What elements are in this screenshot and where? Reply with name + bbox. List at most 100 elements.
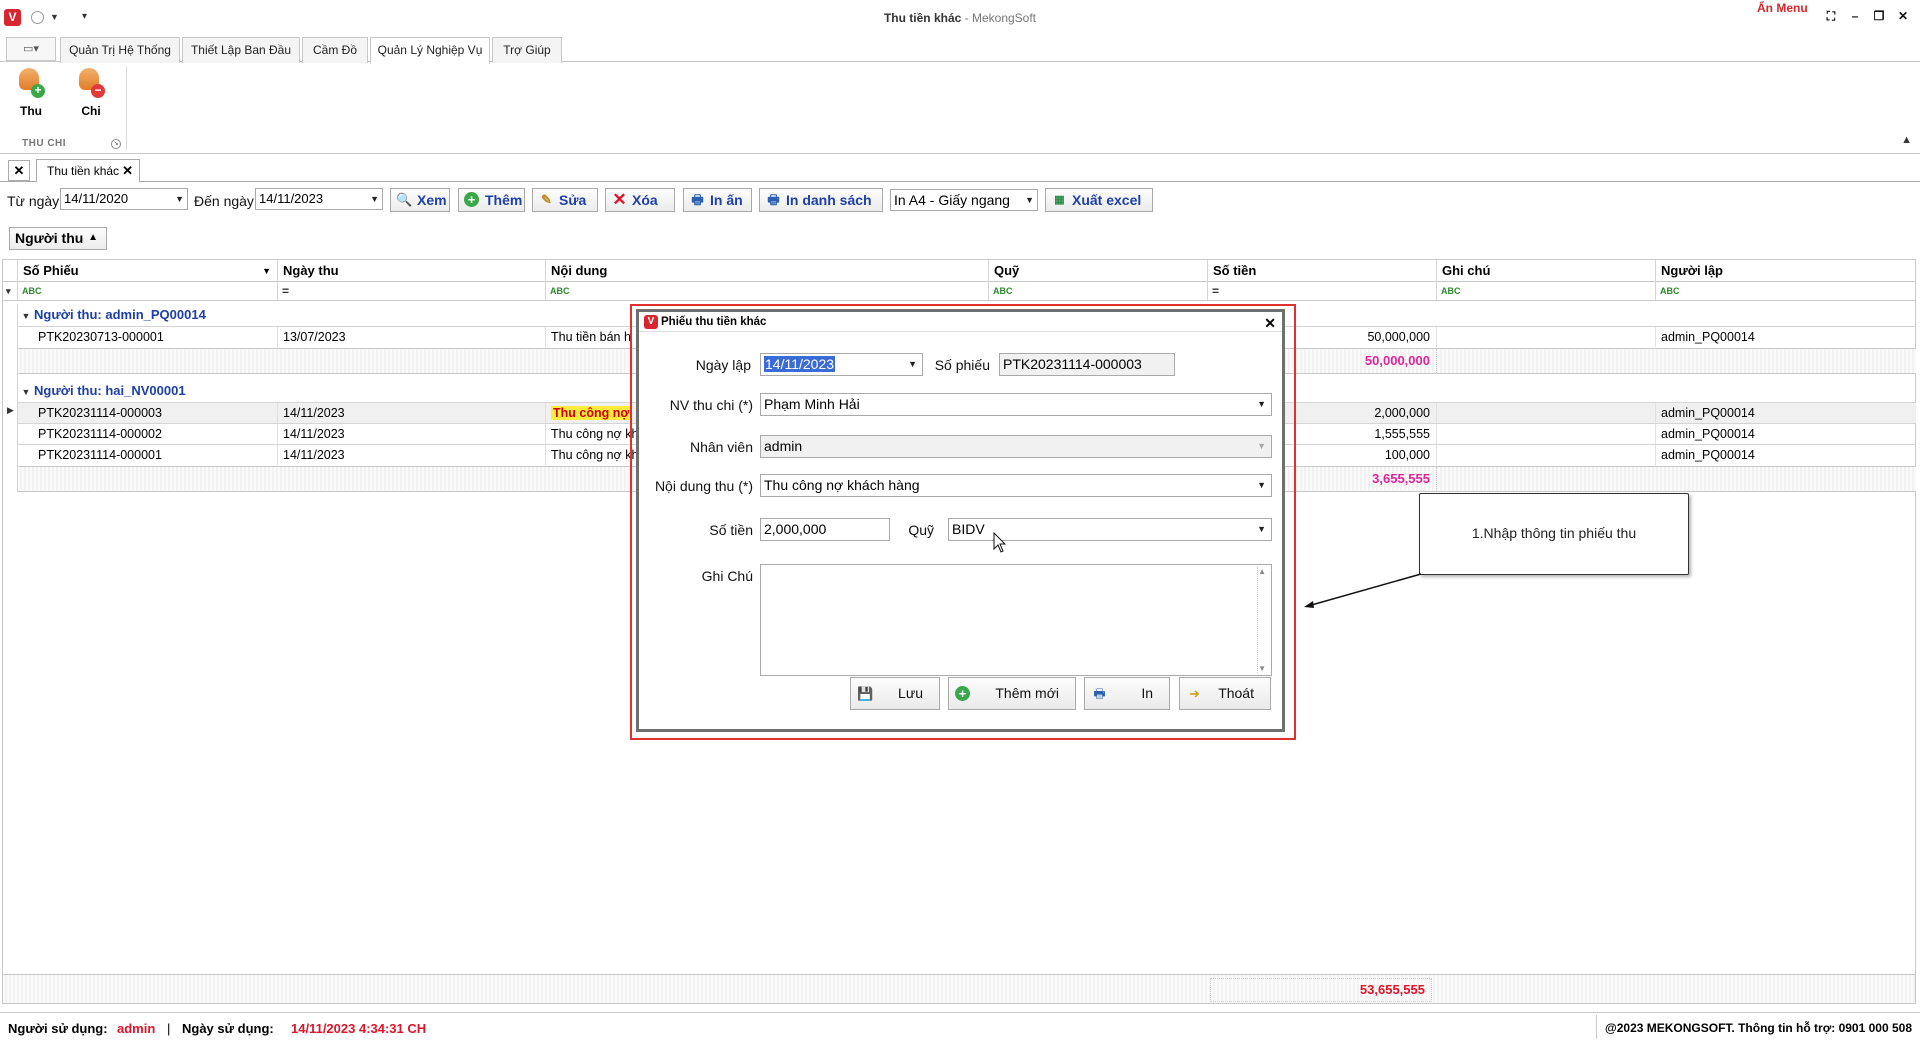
scroll-down-icon[interactable]: ▼ bbox=[1258, 664, 1266, 673]
view-button[interactable]: 🔍 Xem bbox=[390, 188, 450, 212]
delete-button[interactable]: ✕ Xóa bbox=[605, 188, 675, 212]
filter-so-phieu[interactable]: ABC bbox=[18, 282, 278, 301]
save-disk-icon: 💾 bbox=[857, 686, 874, 701]
nhan-vien-label: Nhân viên bbox=[689, 439, 753, 455]
exit-arrow-icon: ➜ bbox=[1189, 686, 1200, 701]
column-header-noi-dung[interactable]: Nội dung bbox=[546, 260, 989, 282]
tab-quan-ly-nghiep-vu[interactable]: Quản Lý Nghiệp Vụ bbox=[370, 37, 490, 64]
tab-thiet-lap-ban-dau[interactable]: Thiết Lập Ban Đầu bbox=[182, 37, 300, 63]
so-tien-input[interactable]: 2,000,000 bbox=[760, 518, 890, 541]
hide-menu-link[interactable]: Ẩn Menu bbox=[1757, 1, 1808, 15]
doc-tab-thu-tien-khac[interactable]: Thu tiền khác ✕ bbox=[36, 159, 140, 182]
ngay-lap-label: Ngày lập bbox=[695, 357, 751, 373]
receipt-dialog: V Phiếu thu tiền khác ✕ Ngày lập 14/11/2… bbox=[636, 309, 1285, 732]
search-icon: 🔍 bbox=[396, 192, 413, 207]
grid-filter-row: ▾ ABC = ABC ABC = ABC ABC bbox=[3, 282, 1915, 301]
row-indicator-column bbox=[3, 304, 18, 492]
filter-ngay-thu[interactable]: = bbox=[278, 282, 546, 301]
chi-button[interactable]: − Chi bbox=[66, 66, 116, 118]
tab-tro-giup[interactable]: Trợ Giúp bbox=[492, 37, 562, 63]
column-header-nguoi-lap[interactable]: Người lập bbox=[1656, 260, 1916, 282]
filter-row-icon: ▾ bbox=[3, 282, 18, 301]
tab-cam-do[interactable]: Cầm Đồ bbox=[302, 37, 368, 63]
printer-icon: 🖶 bbox=[691, 192, 704, 207]
callout-arrow-icon bbox=[1304, 573, 1422, 608]
dropdown-arrow-icon[interactable]: ▼ bbox=[1025, 190, 1034, 210]
close-all-tabs-icon[interactable]: ✕ bbox=[8, 160, 30, 181]
collapse-group-icon[interactable]: ▼ bbox=[18, 305, 34, 327]
save-button[interactable]: 💾 Lưu bbox=[850, 677, 940, 710]
dialog-close-icon[interactable]: ✕ bbox=[1264, 313, 1276, 333]
edit-pencil-icon: ✎ bbox=[541, 192, 552, 207]
tab-quan-tri-he-thong[interactable]: Quản Trị Hệ Thống bbox=[60, 37, 180, 63]
money-add-icon: + bbox=[16, 66, 46, 100]
edit-button[interactable]: ✎ Sửa bbox=[532, 188, 598, 212]
add-icon: + bbox=[955, 686, 970, 701]
paper-size-select[interactable]: In A4 - Giấy ngang ▼ bbox=[890, 189, 1038, 211]
filter-so-tien[interactable]: = bbox=[1208, 282, 1437, 301]
dropdown-arrow-icon[interactable]: ▼ bbox=[1257, 519, 1266, 540]
dropdown-arrow-icon[interactable]: ▼ bbox=[1257, 475, 1266, 496]
copyright-text: @2023 MEKONGSOFT. Thông tin hỗ trợ: 0901… bbox=[1605, 1021, 1912, 1035]
noi-dung-thu-select[interactable]: Thu công nợ khách hàng ▼ bbox=[760, 474, 1272, 497]
ghi-chu-textarea[interactable]: ▲ ▼ bbox=[760, 564, 1272, 676]
to-date-label: Đến ngày bbox=[194, 193, 254, 209]
dropdown-arrow-icon: ▼ bbox=[1257, 441, 1266, 451]
user-value: admin bbox=[117, 1021, 156, 1036]
dropdown-arrow-icon[interactable]: ▼ bbox=[370, 189, 379, 209]
close-tab-icon[interactable]: ✕ bbox=[122, 160, 133, 182]
filter-ghi-chu[interactable]: ABC bbox=[1437, 282, 1656, 301]
restore-icon[interactable]: ❐ bbox=[1872, 9, 1886, 23]
printer-icon: 🖶 bbox=[767, 192, 780, 207]
print-button[interactable]: 🖶 In bbox=[1084, 677, 1170, 710]
ribbon-body: + Thu − Chi THU CHI ↘ ▲ bbox=[0, 62, 1920, 154]
minimize-icon[interactable]: – bbox=[1848, 9, 1862, 23]
filter-nguoi-lap[interactable]: ABC bbox=[1656, 282, 1916, 301]
dropdown-arrow-icon[interactable]: ▼ bbox=[1257, 394, 1266, 415]
filter-noi-dung[interactable]: ABC bbox=[546, 282, 989, 301]
ngay-lap-picker[interactable]: 14/11/2023 ▼ bbox=[760, 353, 923, 376]
to-date-picker[interactable]: 14/11/2023 ▼ bbox=[255, 188, 383, 210]
from-date-label: Từ ngày bbox=[7, 193, 60, 209]
so-phieu-label: Số phiếu bbox=[934, 357, 990, 373]
print-list-button[interactable]: 🖶 In danh sách bbox=[759, 188, 883, 212]
so-phieu-field: PTK20231114-000003 bbox=[999, 353, 1175, 376]
column-header-ngay-thu[interactable]: Ngày thu bbox=[278, 260, 546, 282]
dropdown-arrow-icon[interactable]: ▼ bbox=[175, 189, 184, 209]
ribbon-tabs: ▭▾ Quản Trị Hệ Thống Thiết Lập Ban Đầu C… bbox=[0, 34, 1920, 64]
export-excel-button[interactable]: ▦ Xuất excel bbox=[1045, 188, 1153, 212]
collapse-group-icon[interactable]: ▼ bbox=[18, 381, 34, 403]
filter-quy[interactable]: ABC bbox=[989, 282, 1208, 301]
column-header-quy[interactable]: Quỹ bbox=[989, 260, 1208, 282]
filter-toolbar: Từ ngày 14/11/2020 ▼ Đến ngày 14/11/2023 ▼… bbox=[0, 184, 1920, 214]
close-icon[interactable]: ✕ bbox=[1896, 9, 1910, 23]
scrollbar[interactable] bbox=[1257, 567, 1269, 673]
dropdown-arrow-icon[interactable]: ▼ bbox=[908, 354, 917, 375]
sort-ascending-icon[interactable]: ▲ bbox=[88, 227, 98, 248]
title-bar: V ▼ ▾ Thu tiền khác - MekongSoft Ẩn Menu… bbox=[0, 0, 1920, 34]
from-date-picker[interactable]: 14/11/2020 ▼ bbox=[60, 188, 188, 210]
add-new-button[interactable]: + Thêm mới bbox=[948, 677, 1076, 710]
application-menu-button[interactable]: ▭▾ bbox=[6, 37, 56, 61]
thu-button[interactable]: + Thu bbox=[6, 66, 56, 118]
date-label: Ngày sử dụng: bbox=[182, 1021, 274, 1036]
grand-total-value: 53,655,555 bbox=[1210, 978, 1432, 1002]
column-filter-icon[interactable]: ▼ bbox=[262, 260, 271, 282]
nv-thu-chi-select[interactable]: Phạm Minh Hải ▼ bbox=[760, 393, 1272, 416]
group-by-chip[interactable]: Người thu ▲ bbox=[9, 227, 107, 250]
mouse-cursor-icon bbox=[993, 532, 1007, 553]
column-header-so-tien[interactable]: Số tiền bbox=[1208, 260, 1437, 282]
scroll-up-icon[interactable]: ▲ bbox=[1258, 567, 1266, 576]
group-launcher-icon[interactable]: ↘ bbox=[111, 139, 121, 149]
column-header-ghi-chu[interactable]: Ghi chú bbox=[1437, 260, 1656, 282]
print-button[interactable]: 🖶 In ấn bbox=[683, 188, 752, 212]
screenshot-icon[interactable]: ⛶ bbox=[1824, 9, 1838, 23]
add-button[interactable]: + Thêm bbox=[458, 188, 525, 212]
grand-total-row: 53,655,555 bbox=[2, 974, 1916, 1004]
column-header-so-phieu[interactable]: Số Phiếu ▼ bbox=[18, 260, 278, 282]
collapse-ribbon-icon[interactable]: ▲ bbox=[1901, 134, 1912, 146]
quy-label: Quỹ bbox=[908, 522, 934, 538]
ribbon-group-label: THU CHI bbox=[22, 138, 67, 149]
app-logo-icon: V bbox=[644, 315, 658, 329]
exit-button[interactable]: ➜ Thoát bbox=[1179, 677, 1271, 710]
